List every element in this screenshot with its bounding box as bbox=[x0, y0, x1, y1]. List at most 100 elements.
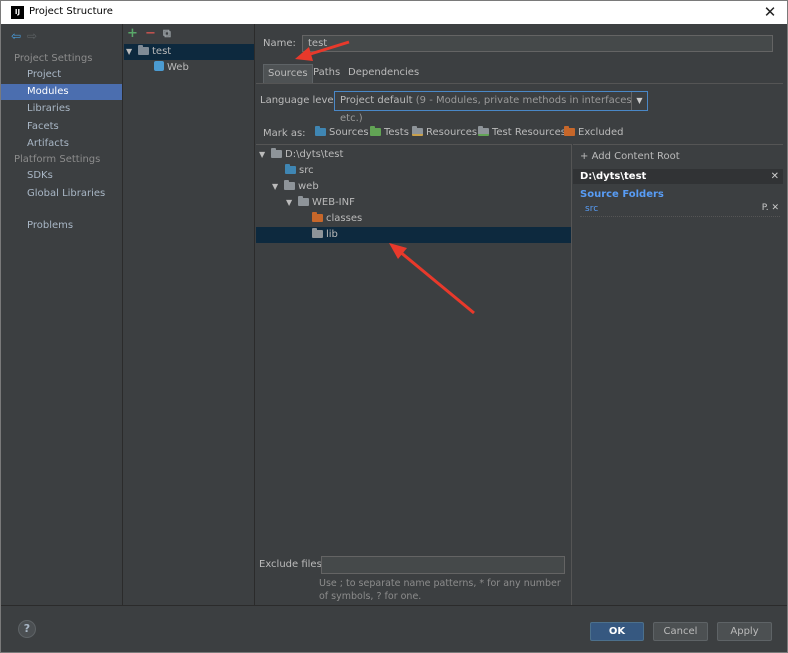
edit-properties-icon[interactable]: P. bbox=[762, 203, 769, 213]
mark-as-test-resources-label: Test Resources bbox=[492, 127, 566, 138]
content-root-header: D:\dyts\test ✕ bbox=[573, 169, 783, 184]
exclude-files-label: Exclude files: bbox=[259, 559, 326, 570]
mark-as-excluded-label: Excluded bbox=[578, 127, 624, 138]
tree-item-root[interactable]: ▼ D:\dyts\test bbox=[259, 147, 343, 163]
tab-paths[interactable]: Paths bbox=[309, 64, 344, 83]
modules-toolbar: + − ⧉ bbox=[127, 27, 181, 42]
test-resources-folder-icon bbox=[478, 126, 489, 136]
content-root-panel: + Add Content Root D:\dyts\test ✕ Source … bbox=[573, 144, 783, 605]
language-level-select[interactable]: Project default (9 - Modules, private me… bbox=[334, 91, 648, 124]
platform-settings-header: Platform Settings bbox=[14, 154, 101, 165]
module-tree-item-test[interactable]: ▼ test bbox=[124, 44, 254, 60]
window-title: Project Structure bbox=[29, 6, 113, 17]
expand-arrow-icon[interactable]: ▼ bbox=[272, 179, 284, 195]
content-root-path: D:\dyts\test bbox=[580, 171, 647, 182]
sidebar-item-problems[interactable]: Problems bbox=[1, 218, 122, 234]
dialog-footer: ? OK Cancel Apply bbox=[1, 605, 787, 652]
mark-as-resources-label: Resources bbox=[426, 127, 478, 138]
language-level-label: Language level: bbox=[260, 95, 340, 106]
mark-as-label: Mark as: bbox=[263, 128, 306, 139]
web-facet-icon bbox=[154, 61, 164, 71]
add-content-root-label: Add Content Root bbox=[591, 151, 680, 162]
intellij-app-icon: IJ bbox=[11, 6, 24, 19]
tree-item-label: web bbox=[298, 181, 319, 192]
tree-item-src[interactable]: src bbox=[285, 163, 314, 179]
content-root-tree: ▼ D:\dyts\test src ▼ web ▼ WEB-INF classes … bbox=[256, 144, 572, 605]
settings-sidebar: ⇦ ⇨ Project Settings Project Modules Libr… bbox=[1, 24, 123, 605]
remove-icon[interactable]: − bbox=[145, 27, 163, 40]
ok-button[interactable]: OK bbox=[590, 622, 644, 641]
plus-icon: + bbox=[580, 151, 592, 162]
copy-icon[interactable]: ⧉ bbox=[163, 28, 181, 40]
modules-panel: + − ⧉ ▼ test Web bbox=[124, 24, 255, 605]
apply-button[interactable]: Apply bbox=[717, 622, 772, 641]
sidebar-item-global-libraries[interactable]: Global Libraries bbox=[1, 186, 122, 202]
module-settings: Name: test Sources Paths Dependencies La… bbox=[256, 24, 783, 605]
folder-icon bbox=[298, 196, 309, 206]
folder-icon bbox=[271, 148, 282, 158]
mark-as-tests-label: Tests bbox=[384, 127, 409, 138]
expand-arrow-icon[interactable]: ▼ bbox=[126, 44, 138, 60]
mark-as-sources-label: Sources bbox=[329, 127, 369, 138]
tests-folder-icon bbox=[370, 126, 381, 136]
add-icon[interactable]: + bbox=[127, 27, 145, 40]
tree-item-label: lib bbox=[326, 229, 338, 240]
exclude-files-hint: Use ; to separate name patterns, * for a… bbox=[319, 578, 561, 602]
name-input[interactable]: test bbox=[302, 35, 773, 52]
add-content-root-button[interactable]: + Add Content Root bbox=[580, 151, 680, 162]
sidebar-item-facets[interactable]: Facets bbox=[1, 119, 122, 135]
facet-tree-item-web[interactable]: Web bbox=[154, 60, 189, 76]
sources-folder-icon bbox=[285, 164, 296, 174]
resources-folder-icon bbox=[412, 126, 423, 136]
source-folder-item: src bbox=[585, 204, 599, 214]
expand-arrow-icon[interactable]: ▼ bbox=[259, 147, 271, 163]
module-name: test bbox=[152, 46, 172, 57]
facet-name: Web bbox=[167, 62, 189, 73]
source-folders-header: Source Folders bbox=[580, 189, 664, 200]
excluded-folder-icon bbox=[564, 126, 575, 136]
tab-divider bbox=[256, 83, 783, 84]
sidebar-item-modules[interactable]: Modules bbox=[1, 84, 122, 100]
remove-source-folder-icon[interactable]: ✕ bbox=[771, 203, 779, 213]
language-level-value: Project default bbox=[340, 95, 413, 106]
tree-item-web[interactable]: ▼ web bbox=[272, 179, 319, 195]
project-settings-header: Project Settings bbox=[14, 53, 93, 64]
back-arrow-icon[interactable]: ⇦ bbox=[11, 29, 27, 43]
help-button[interactable]: ? bbox=[18, 620, 36, 638]
exclude-files-input[interactable] bbox=[321, 556, 565, 574]
tree-item-label: D:\dyts\test bbox=[285, 149, 344, 160]
sidebar-item-libraries[interactable]: Libraries bbox=[1, 101, 122, 117]
nav-arrows: ⇦ ⇨ bbox=[11, 29, 43, 43]
folder-icon bbox=[312, 228, 323, 238]
source-folders-separator bbox=[580, 216, 780, 217]
chevron-down-icon[interactable]: ▼ bbox=[631, 92, 647, 110]
mark-as-sources[interactable]: Sources bbox=[315, 126, 369, 140]
mark-as-resources[interactable]: Resources bbox=[412, 126, 477, 140]
expand-arrow-icon[interactable]: ▼ bbox=[286, 195, 298, 211]
title-bar: IJ Project Structure ✕ bbox=[1, 1, 787, 24]
mark-as-test-resources[interactable]: Test Resources bbox=[478, 126, 566, 140]
tab-dependencies[interactable]: Dependencies bbox=[344, 64, 423, 83]
excluded-folder-icon bbox=[312, 212, 323, 222]
forward-arrow-icon[interactable]: ⇨ bbox=[27, 29, 43, 43]
source-folder-actions: P. ✕ bbox=[762, 203, 779, 213]
sidebar-item-sdks[interactable]: SDKs bbox=[1, 168, 122, 184]
close-icon[interactable]: ✕ bbox=[759, 2, 781, 22]
tree-item-label: classes bbox=[326, 213, 363, 224]
mark-as-excluded[interactable]: Excluded bbox=[564, 126, 624, 140]
tree-item-label: src bbox=[299, 165, 314, 176]
remove-content-root-icon[interactable]: ✕ bbox=[771, 169, 779, 184]
cancel-button[interactable]: Cancel bbox=[653, 622, 708, 641]
sidebar-item-artifacts[interactable]: Artifacts bbox=[1, 136, 122, 152]
mark-as-tests[interactable]: Tests bbox=[370, 126, 409, 140]
module-folder-icon bbox=[138, 45, 149, 55]
tree-item-lib[interactable]: lib bbox=[256, 227, 571, 243]
name-label: Name: bbox=[263, 38, 296, 49]
tree-item-classes[interactable]: classes bbox=[312, 211, 362, 227]
project-structure-window: IJ Project Structure ✕ ⇦ ⇨ Project Settin… bbox=[0, 0, 788, 653]
folder-icon bbox=[284, 180, 295, 190]
tree-item-web-inf[interactable]: ▼ WEB-INF bbox=[286, 195, 355, 211]
sources-folder-icon bbox=[315, 126, 326, 136]
sidebar-item-project[interactable]: Project bbox=[1, 67, 122, 83]
tab-sources[interactable]: Sources bbox=[263, 64, 313, 83]
